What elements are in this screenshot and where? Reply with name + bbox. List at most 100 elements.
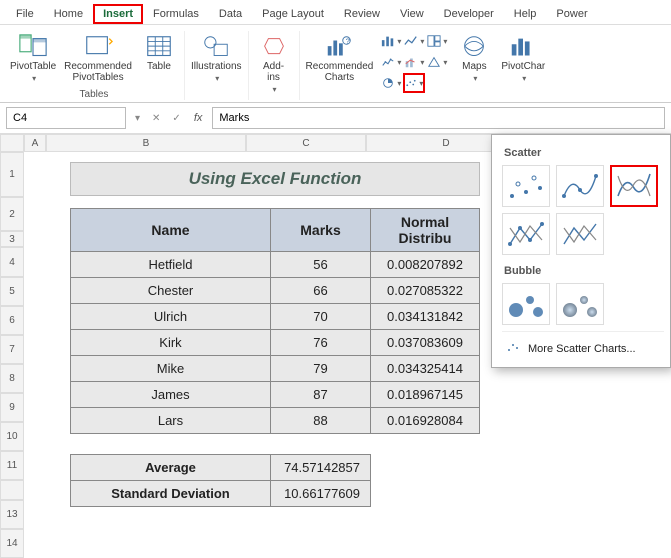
row-header-9[interactable]: 9: [0, 393, 24, 422]
tab-file[interactable]: File: [6, 4, 44, 24]
svg-text:?: ?: [346, 36, 350, 45]
tab-data[interactable]: Data: [209, 4, 252, 24]
row-header-7[interactable]: 7: [0, 335, 24, 364]
std-label[interactable]: Standard Deviation: [71, 481, 271, 507]
cell[interactable]: Chester: [71, 278, 271, 304]
table-row[interactable]: Kirk760.037083609: [71, 330, 480, 356]
namebox-input[interactable]: [6, 107, 126, 129]
table-row[interactable]: Ulrich700.034131842: [71, 304, 480, 330]
cancel-formula-button[interactable]: ✕: [149, 113, 163, 124]
cell[interactable]: 87: [271, 382, 371, 408]
cell[interactable]: Ulrich: [71, 304, 271, 330]
pivotchart-button[interactable]: PivotChar: [500, 31, 546, 85]
combo-chart-button[interactable]: [403, 52, 425, 72]
popup-section-bubble: Bubble: [502, 261, 664, 283]
chevron-down-icon[interactable]: ▾: [132, 113, 143, 124]
cell[interactable]: 0.008207892: [371, 252, 480, 278]
scatter-smooth-lines[interactable]: [610, 165, 658, 207]
illustrations-button[interactable]: Illustrations: [190, 31, 243, 85]
tab-home[interactable]: Home: [44, 4, 93, 24]
cell[interactable]: 0.034131842: [371, 304, 480, 330]
treemap-button[interactable]: [426, 31, 448, 51]
tab-review[interactable]: Review: [334, 4, 390, 24]
scatter-more-icon: [506, 340, 520, 357]
addins-button[interactable]: Add- ins: [254, 31, 294, 96]
avg-value[interactable]: 74.57142857: [271, 455, 371, 481]
row-header-10[interactable]: 10: [0, 422, 24, 451]
col-header-b[interactable]: B: [46, 134, 246, 152]
col-header-a[interactable]: A: [24, 134, 46, 152]
row-header-13[interactable]: 13: [0, 500, 24, 529]
cell[interactable]: 56: [271, 252, 371, 278]
std-value[interactable]: 10.66177609: [271, 481, 371, 507]
th-marks[interactable]: Marks: [271, 209, 371, 252]
accept-formula-button[interactable]: ✓: [169, 113, 183, 124]
cell[interactable]: 79: [271, 356, 371, 382]
scatter-straight-lines[interactable]: [556, 213, 604, 255]
scatter-markers-only[interactable]: [502, 165, 550, 207]
rec-pivottables-button[interactable]: Recommended PivotTables: [63, 31, 133, 85]
cell[interactable]: 76: [271, 330, 371, 356]
tab-developer[interactable]: Developer: [434, 4, 504, 24]
row-header-2[interactable]: 2: [0, 197, 24, 231]
row-header-3[interactable]: 3: [0, 231, 24, 247]
rec-charts-button[interactable]: ? Recommended Charts: [305, 31, 375, 85]
row-header-6[interactable]: 6: [0, 306, 24, 335]
cell[interactable]: Mike: [71, 356, 271, 382]
row-header-5[interactable]: 5: [0, 277, 24, 306]
row-header-8[interactable]: 8: [0, 364, 24, 393]
table-row[interactable]: James870.018967145: [71, 382, 480, 408]
tab-insert[interactable]: Insert: [93, 4, 143, 24]
row-header-1[interactable]: 1: [0, 152, 24, 197]
cell[interactable]: 70: [271, 304, 371, 330]
cell[interactable]: 0.027085322: [371, 278, 480, 304]
tab-power[interactable]: Power: [546, 4, 597, 24]
bubble-3d[interactable]: [556, 283, 604, 325]
scatter-smooth-markers[interactable]: [556, 165, 604, 207]
formula-input[interactable]: [212, 107, 665, 129]
row-header-14[interactable]: 14: [0, 529, 24, 558]
scatter-straight-markers[interactable]: [502, 213, 550, 255]
cell[interactable]: 66: [271, 278, 371, 304]
cell[interactable]: 0.018967145: [371, 382, 480, 408]
tab-view[interactable]: View: [390, 4, 434, 24]
row-header-11[interactable]: 11: [0, 451, 24, 480]
cell[interactable]: Kirk: [71, 330, 271, 356]
row-header-12[interactable]: [0, 480, 24, 500]
tab-formulas[interactable]: Formulas: [143, 4, 209, 24]
tab-help[interactable]: Help: [504, 4, 547, 24]
table-row[interactable]: Lars880.016928084: [71, 408, 480, 434]
tab-pagelayout[interactable]: Page Layout: [252, 4, 334, 24]
select-all-corner[interactable]: [0, 134, 24, 152]
more-scatter-charts[interactable]: More Scatter Charts...: [502, 331, 664, 359]
fx-button[interactable]: fx: [190, 112, 207, 124]
cell[interactable]: James: [71, 382, 271, 408]
waterfall-button[interactable]: [380, 52, 402, 72]
th-name[interactable]: Name: [71, 209, 271, 252]
surface-button[interactable]: [426, 52, 448, 72]
row-header-4[interactable]: 4: [0, 247, 24, 277]
maps-button[interactable]: Maps: [454, 31, 494, 85]
line-chart-button[interactable]: [403, 31, 425, 51]
pie-chart-button[interactable]: [380, 73, 402, 93]
cell[interactable]: Lars: [71, 408, 271, 434]
cell[interactable]: Hetfield: [71, 252, 271, 278]
group-tables: PivotTable Recommended PivotTables Table…: [4, 31, 185, 100]
page-title: Using Excel Function: [70, 162, 480, 196]
col-header-c[interactable]: C: [246, 134, 366, 152]
cell[interactable]: 0.016928084: [371, 408, 480, 434]
cell[interactable]: 0.037083609: [371, 330, 480, 356]
scatter-popup: Scatter Bubble More Scatter Charts...: [491, 134, 671, 368]
pivottable-button[interactable]: PivotTable: [9, 31, 57, 85]
cell[interactable]: 0.034325414: [371, 356, 480, 382]
table-row[interactable]: Mike790.034325414: [71, 356, 480, 382]
avg-label[interactable]: Average: [71, 455, 271, 481]
table-button[interactable]: Table: [139, 31, 179, 74]
table-row[interactable]: Chester660.027085322: [71, 278, 480, 304]
scatter-chart-button[interactable]: [403, 73, 425, 93]
bubble-2d[interactable]: [502, 283, 550, 325]
table-row[interactable]: Hetfield560.008207892: [71, 252, 480, 278]
cell[interactable]: 88: [271, 408, 371, 434]
th-nd[interactable]: Normal Distribu: [371, 209, 480, 252]
column-chart-button[interactable]: [380, 31, 402, 51]
